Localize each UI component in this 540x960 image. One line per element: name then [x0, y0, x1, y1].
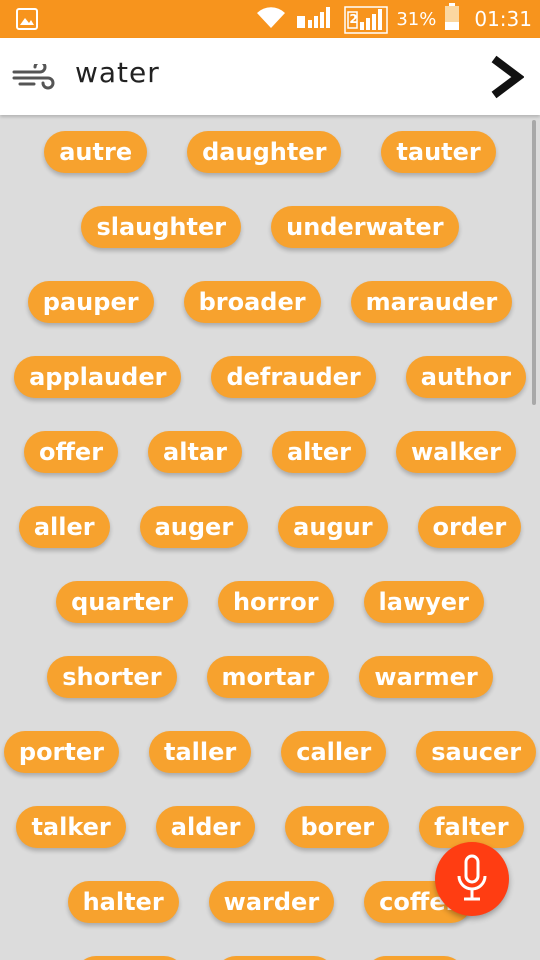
word-chip[interactable]: defrauder	[211, 356, 376, 398]
result-row: porter taller caller saucer	[0, 729, 540, 775]
wind-icon[interactable]	[12, 60, 56, 94]
result-row: aller auger augur order	[0, 504, 540, 550]
word-chip[interactable]: saucer	[416, 731, 537, 773]
word-chip[interactable]: marauder	[350, 281, 513, 323]
battery-percent: 31%	[396, 8, 437, 30]
word-chip[interactable]: borer	[285, 806, 390, 848]
word-chip[interactable]: taller	[148, 731, 252, 773]
word-chip[interactable]: slaughter	[81, 206, 242, 248]
word-chip[interactable]: horror	[217, 581, 334, 623]
word-chip[interactable]: offer	[23, 431, 119, 473]
word-chip[interactable]: pauper	[27, 281, 154, 323]
word-chip[interactable]: aller	[18, 506, 110, 548]
word-chip[interactable]: mortar	[206, 656, 330, 698]
status-bar: 2 31% 01:31	[0, 0, 540, 38]
word-chip[interactable]: warder	[208, 881, 335, 923]
word-chip[interactable]: walker	[395, 431, 517, 473]
word-chip[interactable]: lawyer	[363, 581, 484, 623]
voice-search-button[interactable]	[435, 842, 509, 916]
result-row-partial	[0, 954, 540, 960]
scrollbar[interactable]	[532, 120, 536, 405]
sim1-signal-icon	[296, 4, 336, 34]
word-chip[interactable]: broader	[183, 281, 321, 323]
word-chip[interactable]: underwater	[271, 206, 459, 248]
word-chip[interactable]: halter	[67, 881, 179, 923]
word-chip[interactable]: daughter	[187, 131, 342, 173]
chevron-right-icon	[491, 55, 525, 99]
word-chip[interactable]: order	[417, 506, 522, 548]
word-chip-partial[interactable]	[75, 956, 185, 960]
result-row: autre daughter tauter	[0, 129, 540, 175]
word-chip[interactable]: porter	[3, 731, 119, 773]
word-chip[interactable]: alder	[155, 806, 256, 848]
word-chip[interactable]: auger	[139, 506, 249, 548]
word-chip[interactable]: caller	[281, 731, 387, 773]
go-button[interactable]	[488, 55, 525, 99]
microphone-icon	[457, 854, 487, 901]
rhyme-results: autre daughter tauter slaughter underwat…	[0, 115, 540, 960]
word-chip[interactable]: altar	[148, 431, 242, 473]
word-chip[interactable]: applauder	[14, 356, 182, 398]
word-chip[interactable]: shorter	[47, 656, 177, 698]
result-row: applauder defrauder author	[0, 354, 540, 400]
sim2-signal-icon: 2	[344, 4, 389, 34]
word-chip-partial[interactable]	[365, 956, 465, 960]
result-row: quarter horror lawyer	[0, 579, 540, 625]
word-chip[interactable]: quarter	[56, 581, 188, 623]
word-chip-partial[interactable]	[215, 956, 335, 960]
word-chip[interactable]: alter	[271, 431, 366, 473]
word-chip[interactable]: autre	[44, 131, 148, 173]
sim2-label: 2	[349, 12, 358, 26]
wifi-icon	[254, 4, 288, 34]
word-chip[interactable]: talker	[16, 806, 126, 848]
result-row: shorter mortar warmer	[0, 654, 540, 700]
word-chip[interactable]: author	[405, 356, 526, 398]
result-row: slaughter underwater	[0, 204, 540, 250]
clock: 01:31	[474, 7, 532, 31]
result-row: offer altar alter walker	[0, 429, 540, 475]
word-chip[interactable]: warmer	[359, 656, 493, 698]
search-query[interactable]: water	[75, 56, 160, 89]
battery-icon	[444, 3, 460, 35]
search-header: water	[0, 38, 540, 115]
word-chip[interactable]: augur	[278, 506, 388, 548]
gallery-notification-icon	[16, 8, 38, 34]
result-row: pauper broader marauder	[0, 279, 540, 325]
word-chip[interactable]: tauter	[381, 131, 496, 173]
